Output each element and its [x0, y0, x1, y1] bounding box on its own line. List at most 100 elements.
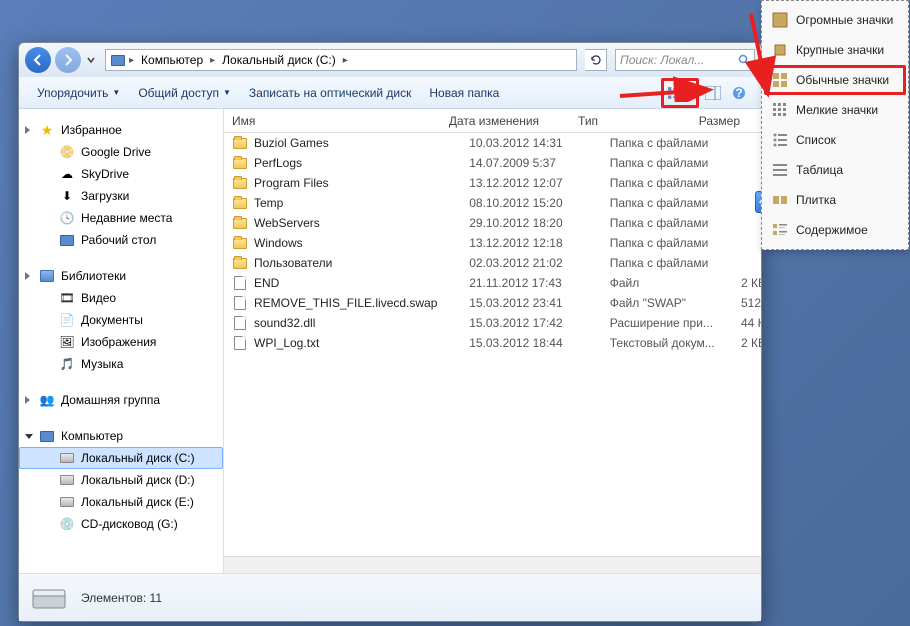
expander-icon[interactable] [25, 396, 30, 404]
file-row[interactable]: Temp08.10.2012 15:20Папка с файлами [224, 193, 761, 213]
sidebar-item-downloads[interactable]: ⬇Загрузки [19, 185, 223, 207]
file-type: Папка с файлами [602, 136, 733, 150]
file-row[interactable]: REMOVE_THIS_FILE.livecd.swap15.03.2012 2… [224, 293, 761, 313]
folder-icon [232, 175, 248, 191]
file-name: Пользователи [254, 256, 332, 270]
sidebar-item-music[interactable]: 🎵Музыка [19, 353, 223, 375]
file-row[interactable]: PerfLogs14.07.2009 5:37Папка с файлами [224, 153, 761, 173]
file-size: 2 КБ [733, 276, 761, 290]
chevron-right-icon: ▸ [126, 55, 137, 66]
drive-icon: 📀 [59, 144, 75, 160]
view-option-item[interactable]: Плитка [764, 185, 906, 215]
file-name: Buziol Games [254, 136, 329, 150]
sidebar-item-google-drive[interactable]: 📀Google Drive [19, 141, 223, 163]
organize-button[interactable]: Упорядочить ▼ [29, 82, 128, 104]
sidebar-item-pictures[interactable]: 🖼Изображения [19, 331, 223, 353]
body-area: ★ Избранное 📀Google Drive ☁SkyDrive ⬇Заг… [19, 109, 761, 573]
folder-icon [232, 215, 248, 231]
column-size[interactable]: Размер [691, 110, 761, 132]
view-mode-icon [772, 42, 788, 58]
file-row[interactable]: sound32.dll15.03.2012 17:42Расширение пр… [224, 313, 761, 333]
sidebar-item-cd-drive[interactable]: 💿CD-дисковод (G:) [19, 513, 223, 535]
sidebar-item-disk-c[interactable]: Локальный диск (C:) [19, 447, 223, 469]
view-option-label: Таблица [796, 163, 843, 177]
refresh-button[interactable] [585, 49, 607, 71]
file-size: 44 КБ [733, 316, 761, 330]
search-placeholder: Поиск: Локал... [620, 53, 704, 67]
new-folder-button[interactable]: Новая папка [421, 82, 507, 104]
nav-history-dropdown[interactable] [85, 56, 97, 64]
chevron-down-icon: ▼ [223, 88, 231, 97]
file-row[interactable]: WPI_Log.txt15.03.2012 18:44Текстовый док… [224, 333, 761, 353]
address-bar[interactable]: ▸ Компьютер ▸ Локальный диск (C:) ▸ [105, 49, 577, 71]
file-date: 15.03.2012 17:42 [461, 316, 602, 330]
file-type: Папка с файлами [602, 236, 733, 250]
file-row[interactable]: Пользователи02.03.2012 21:02Папка с файл… [224, 253, 761, 273]
file-name: WPI_Log.txt [254, 336, 319, 350]
nav-computer-header[interactable]: Компьютер [19, 425, 223, 447]
file-name: sound32.dll [254, 316, 315, 330]
nav-forward-button[interactable] [55, 47, 81, 73]
expander-icon[interactable] [25, 126, 30, 134]
view-option-item[interactable]: Обычные значки [764, 65, 906, 95]
expander-icon[interactable] [25, 272, 30, 280]
sidebar-item-desktop[interactable]: Рабочий стол [19, 229, 223, 251]
view-option-item[interactable]: Мелкие значки [764, 95, 906, 125]
scrollbar-horizontal[interactable] [224, 556, 761, 573]
view-mode-icon [772, 102, 788, 118]
homegroup-icon: 👥 [39, 392, 55, 408]
column-date[interactable]: Дата изменения [441, 110, 570, 132]
chevron-right-icon: ▸ [340, 55, 351, 66]
file-type: Текстовый докум... [602, 336, 733, 350]
file-icon [232, 275, 248, 291]
svg-text:?: ? [735, 86, 742, 100]
nav-homegroup-header[interactable]: 👥 Домашняя группа [19, 389, 223, 411]
view-mode-icon [772, 72, 788, 88]
column-type[interactable]: Тип [570, 110, 691, 132]
share-button[interactable]: Общий доступ ▼ [130, 82, 239, 104]
sidebar-item-documents[interactable]: 📄Документы [19, 309, 223, 331]
sidebar-item-disk-d[interactable]: Локальный диск (D:) [19, 469, 223, 491]
file-row[interactable]: Windows13.12.2012 12:18Папка с файлами [224, 233, 761, 253]
file-list[interactable]: Buziol Games10.03.2012 14:31Папка с файл… [224, 133, 761, 556]
file-date: 02.03.2012 21:02 [461, 256, 602, 270]
view-option-item[interactable]: Список [764, 125, 906, 155]
file-row[interactable]: END21.11.2012 17:43Файл2 КБ [224, 273, 761, 293]
file-row[interactable]: WebServers29.10.2012 18:20Папка с файлам… [224, 213, 761, 233]
search-input[interactable]: Поиск: Локал... [615, 49, 755, 71]
column-name[interactable]: Имя [224, 110, 441, 132]
view-option-label: Плитка [796, 193, 836, 207]
expander-icon[interactable] [25, 434, 33, 439]
file-name: END [254, 276, 279, 290]
sidebar-item-videos[interactable]: 🎞Видео [19, 287, 223, 309]
nav-favorites-header[interactable]: ★ Избранное [19, 119, 223, 141]
nav-libraries-header[interactable]: Библиотеки [19, 265, 223, 287]
folder-icon [232, 155, 248, 171]
drive-icon [29, 580, 69, 616]
file-row[interactable]: Program Files13.12.2012 12:07Папка с фай… [224, 173, 761, 193]
view-option-item[interactable]: Таблица [764, 155, 906, 185]
sidebar-item-skydrive[interactable]: ☁SkyDrive [19, 163, 223, 185]
view-options-button[interactable] [661, 78, 699, 108]
view-option-item[interactable]: Огромные значки [764, 5, 906, 35]
sidebar-item-disk-e[interactable]: Локальный диск (E:) [19, 491, 223, 513]
help-button[interactable]: ? [727, 82, 751, 104]
sidebar-item-recent[interactable]: 🕓Недавние места [19, 207, 223, 229]
pictures-icon: 🖼 [59, 334, 75, 350]
breadcrumb-segment[interactable]: Локальный диск (C:) [218, 51, 340, 69]
file-row[interactable]: Buziol Games10.03.2012 14:31Папка с файл… [224, 133, 761, 153]
chevron-down-icon [87, 56, 95, 64]
nav-back-button[interactable] [25, 47, 51, 73]
file-type: Файл [602, 276, 733, 290]
file-icon [232, 295, 248, 311]
disk-icon [59, 472, 75, 488]
preview-pane-button[interactable] [701, 82, 725, 104]
folder-icon [232, 135, 248, 151]
view-option-item[interactable]: Крупные значки [764, 35, 906, 65]
view-option-item[interactable]: Содержимое [764, 215, 906, 245]
burn-button[interactable]: Записать на оптический диск [241, 82, 420, 104]
star-icon: ★ [39, 122, 55, 138]
breadcrumb-segment[interactable]: Компьютер [137, 51, 207, 69]
file-icon [232, 315, 248, 331]
navigation-pane[interactable]: ★ Избранное 📀Google Drive ☁SkyDrive ⬇Заг… [19, 109, 224, 573]
